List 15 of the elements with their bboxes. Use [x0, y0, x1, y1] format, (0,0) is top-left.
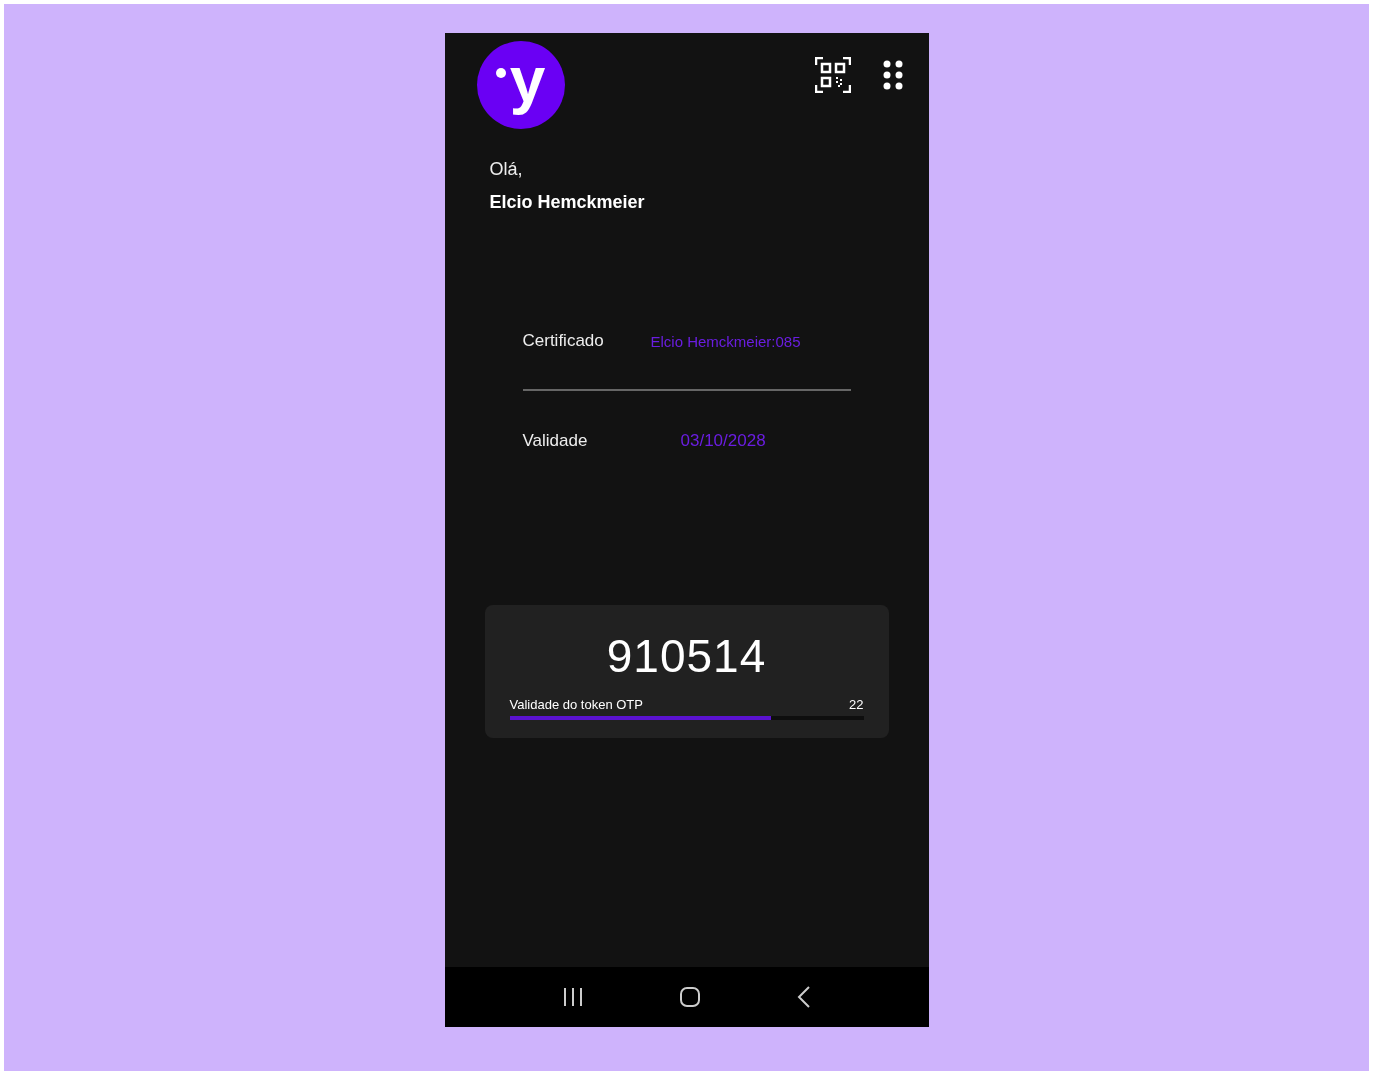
- app-logo: y: [476, 41, 565, 129]
- field-value: 03/10/2028: [680, 431, 766, 451]
- seconds-remaining: 22: [849, 697, 864, 712]
- apps-grid-icon[interactable]: [882, 60, 903, 90]
- greeting-text: Olá,: [489, 159, 524, 180]
- field-value: Elcio Hemckmeier:085: [650, 332, 801, 350]
- field-label: Certificado: [522, 331, 605, 351]
- field-label: Validade: [522, 431, 589, 451]
- recent-apps-icon[interactable]: [562, 987, 585, 1007]
- home-icon[interactable]: [679, 986, 702, 1008]
- qr-code-icon[interactable]: [814, 57, 851, 93]
- token-validity-label: Validade do token OTP: [509, 697, 643, 712]
- back-icon[interactable]: [796, 986, 811, 1008]
- user-name: Elcio Hemckmeier: [489, 192, 646, 213]
- otp-code: 910514: [605, 629, 768, 683]
